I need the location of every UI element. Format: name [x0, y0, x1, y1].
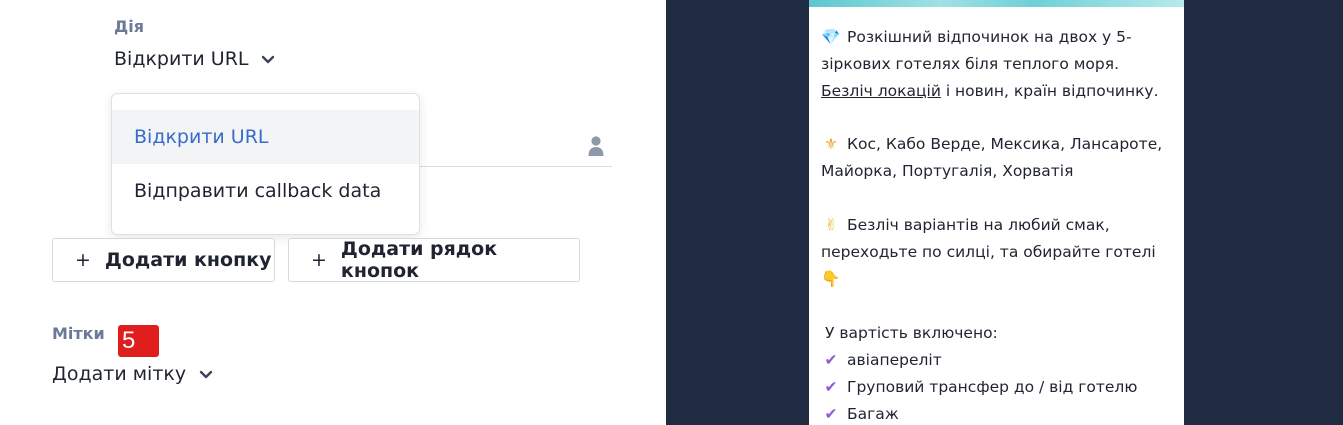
message-included-list: У вартість включено: ✔ авіапереліт ✔ Групо… — [821, 320, 1171, 425]
url-input[interactable] — [420, 166, 612, 167]
message-paragraph-1: 💎 Розкішний відпочинок на двох у 5-зірков… — [821, 24, 1171, 105]
action-select[interactable]: Відкрити URL — [114, 48, 276, 70]
plus-icon: + — [311, 249, 327, 271]
step-badge: 5 — [118, 325, 159, 357]
add-button-row-label: Додати рядок кнопок — [340, 238, 498, 282]
message-line: Розкішний відпочинок на двох у 5-зіркови… — [821, 28, 1132, 73]
message-image-banner — [809, 0, 1184, 7]
check-icon: ✔ — [824, 405, 838, 423]
tags-select-value: Додати мітку — [52, 363, 187, 385]
message-link[interactable]: Безліч локацій — [821, 82, 941, 100]
list-item-label: Груповий трансфер до / від готелю — [847, 378, 1138, 396]
tags-label: Мітки — [52, 324, 105, 343]
plus-icon: + — [75, 249, 91, 271]
action-select-value: Відкрити URL — [114, 48, 249, 70]
check-icon: ✔ — [824, 378, 838, 396]
tags-select[interactable]: Додати мітку — [52, 363, 214, 385]
add-button-button[interactable]: + Додати кнопку — [52, 238, 275, 282]
check-icon: ✔ — [824, 351, 838, 369]
diamond-icon: 💎 — [821, 28, 841, 46]
action-label: Дія — [114, 17, 145, 36]
victory-hand-icon: ✌ — [824, 216, 838, 234]
user-icon[interactable] — [587, 135, 605, 157]
button-editor-panel: Дія Відкрити URL Відкрити URL Відправити… — [0, 0, 666, 425]
add-button-row-button[interactable]: + Додати рядок кнопок — [288, 238, 580, 282]
chevron-down-icon — [199, 370, 213, 379]
message-paragraph-3: ✌ Безліч варіантів на любий смак, переход… — [821, 212, 1171, 293]
list-item-label: Багаж — [847, 405, 899, 423]
fleur-de-lis-icon: ⚜ — [824, 135, 838, 153]
message-line: і новин, країн відпочинку. — [940, 82, 1159, 100]
action-dropdown-menu: Відкрити URL Відправити callback data — [111, 93, 420, 235]
message-preview-card: 💎 Розкішний відпочинок на двох у 5-зірков… — [809, 0, 1184, 425]
included-title: У вартість включено: — [825, 324, 998, 342]
message-line: Безліч варіантів на любий смак, переходь… — [821, 216, 1156, 261]
dropdown-option-open-url[interactable]: Відкрити URL — [112, 110, 419, 164]
message-paragraph-2: ⚜ Кос, Кабо Верде, Мексика, Лансароте, Ма… — [821, 131, 1171, 185]
pointing-down-icon: 👇 — [821, 270, 841, 288]
list-item: ✔ Багаж — [821, 401, 1171, 425]
message-line: Кос, Кабо Верде, Мексика, Лансароте, Май… — [821, 135, 1163, 180]
list-item-label: авіапереліт — [847, 351, 942, 369]
dropdown-option-callback-data[interactable]: Відправити callback data — [112, 164, 419, 218]
chevron-down-icon — [262, 55, 275, 64]
list-item: ✔ Груповий трансфер до / від готелю — [821, 374, 1171, 401]
add-button-label: Додати кнопку — [104, 249, 272, 271]
list-item: ✔ авіапереліт — [821, 347, 1171, 374]
